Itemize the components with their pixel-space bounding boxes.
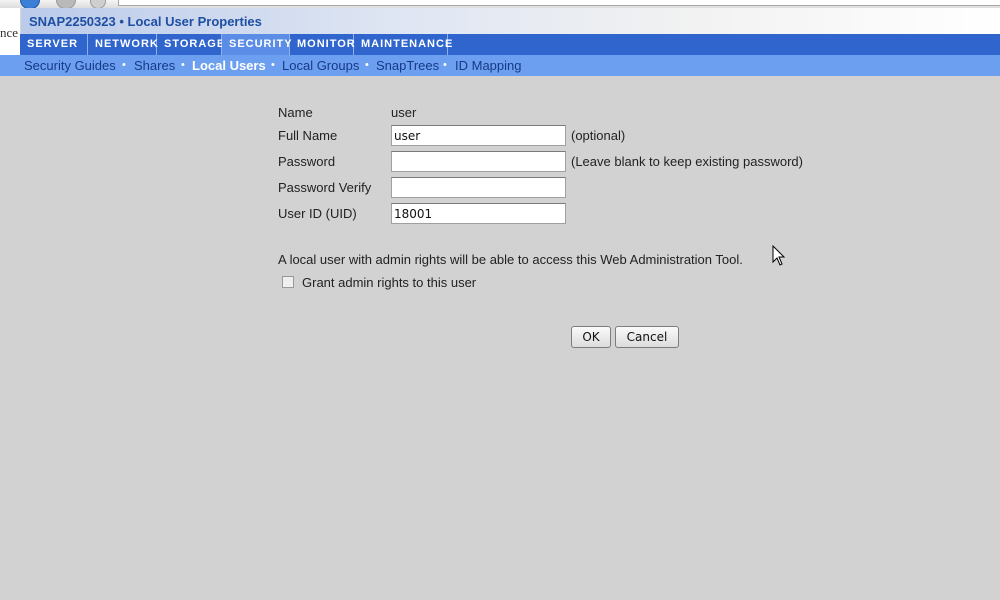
subnav-separator: • [365,59,369,71]
sub-nav: Security Guides • Shares • Local Users •… [0,55,1000,76]
password-label: Password [278,154,336,169]
password-verify-label: Password Verify [278,180,372,195]
subnav-separator: • [443,59,447,71]
forward-button-icon[interactable] [56,0,76,8]
uid-label: User ID (UID) [278,206,357,221]
tab-server[interactable]: SERVER [20,34,88,55]
subnav-local-groups[interactable]: Local Groups [282,55,359,76]
logo-text: nce [0,25,18,40]
tab-network[interactable]: NETWORK [88,34,158,55]
password-verify-input[interactable] [391,177,566,198]
ok-button[interactable]: OK [571,326,611,348]
page-title: SNAP2250323 • Local User Properties [29,14,262,29]
full-name-hint: (optional) [571,128,626,143]
full-name-label: Full Name [278,128,338,143]
full-name-input[interactable] [391,125,566,146]
subnav-snaptrees[interactable]: SnapTrees [376,55,439,76]
name-value: user [391,105,417,120]
subnav-separator: • [122,59,126,71]
subnav-local-users[interactable]: Local Users [192,55,266,76]
main-nav: SERVER NETWORK STORAGE SECURITY MONITOR … [20,34,1000,55]
uid-input[interactable] [391,203,566,224]
tab-maintenance[interactable]: MAINTENANCE [354,34,452,55]
page-icon [90,0,106,8]
grant-admin-checkbox[interactable] [282,276,294,288]
cancel-button[interactable]: Cancel [615,326,679,348]
name-label: Name [278,105,313,120]
browser-toolbar [0,0,1000,8]
admin-rights-note: A local user with admin rights will be a… [278,252,743,267]
back-button-icon[interactable] [20,0,40,8]
tab-monitor[interactable]: MONITOR [290,34,355,55]
password-input[interactable] [391,151,566,172]
subnav-security-guides[interactable]: Security Guides [24,55,116,76]
tab-security[interactable]: SECURITY [222,34,292,55]
address-bar[interactable] [118,0,1000,6]
subnav-id-mapping[interactable]: ID Mapping [455,55,521,76]
logo: nce [0,8,21,55]
password-hint: (Leave blank to keep existing password) [571,154,803,169]
grant-admin-label[interactable]: Grant admin rights to this user [302,275,476,290]
subnav-separator: • [271,59,275,71]
mouse-cursor-icon [772,245,786,266]
subnav-shares[interactable]: Shares [134,55,175,76]
tab-storage[interactable]: STORAGE [157,34,224,55]
subnav-separator: • [181,59,185,71]
